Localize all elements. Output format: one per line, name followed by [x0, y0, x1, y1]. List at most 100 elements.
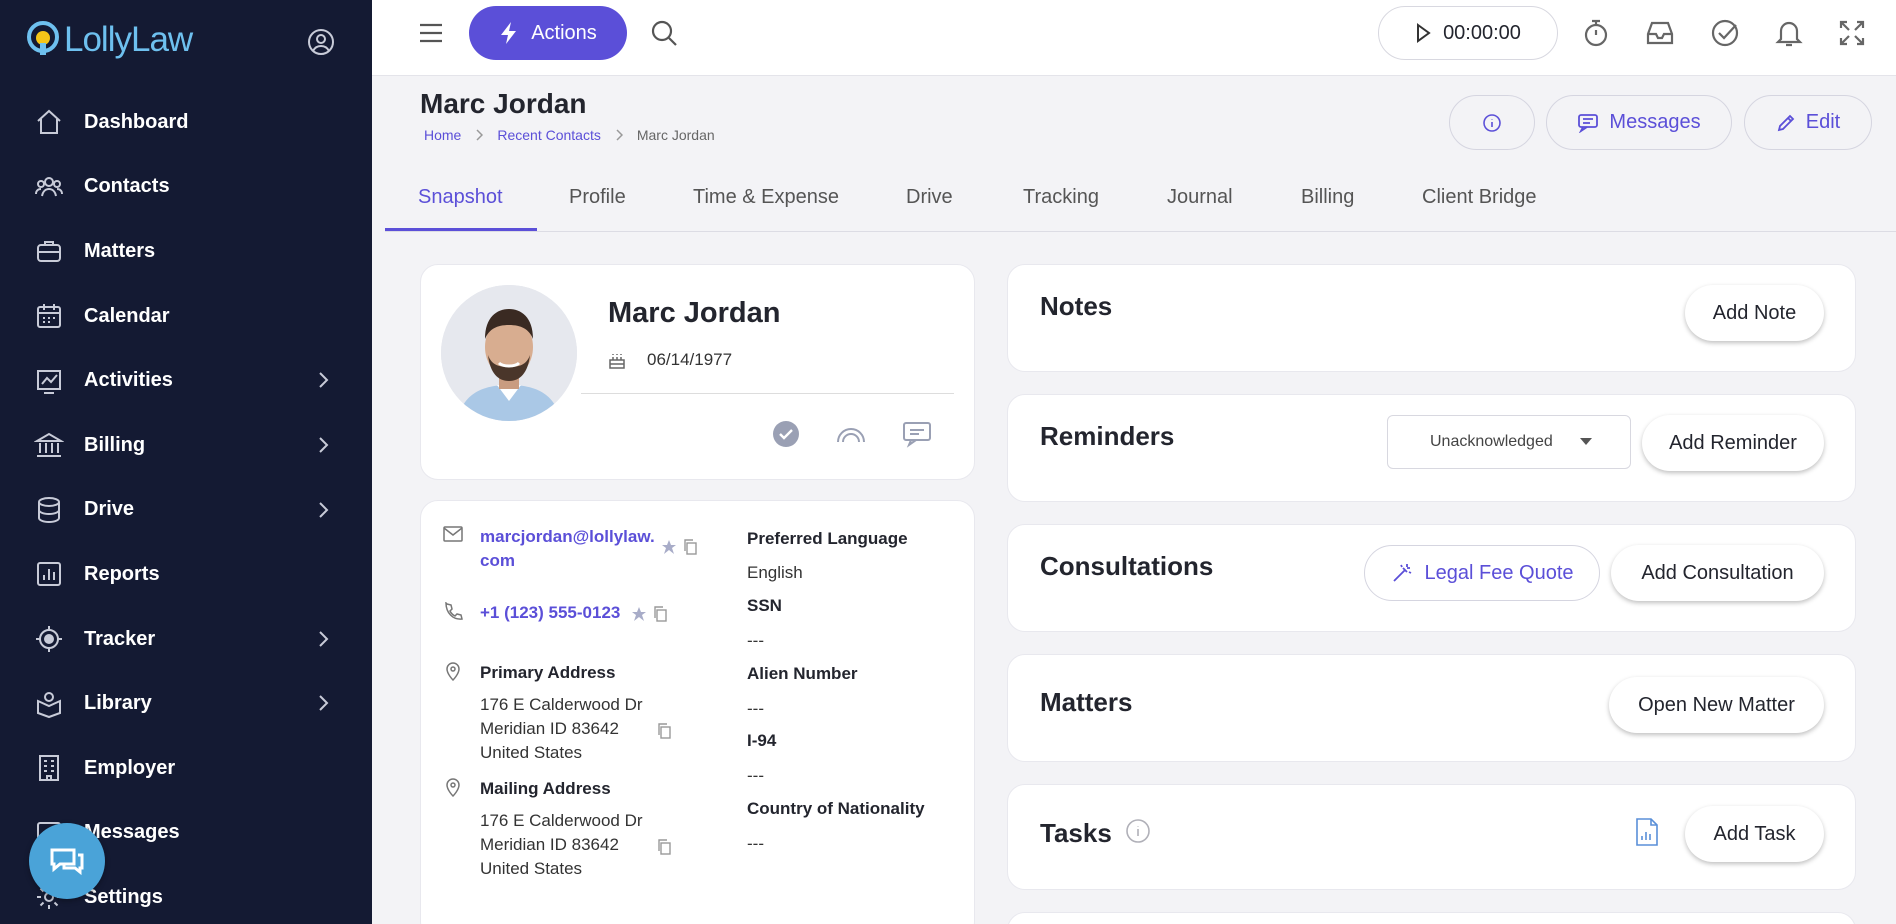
sidebar-item-drive[interactable]: Drive: [0, 478, 372, 543]
matters-card: Matters Open New Matter: [1007, 654, 1856, 762]
sidebar-item-reports[interactable]: Reports: [0, 542, 372, 607]
chevron-right-icon: [476, 129, 484, 141]
tab-journal[interactable]: Journal: [1167, 186, 1233, 209]
email-line-2: com: [480, 551, 515, 570]
lightning-icon: [501, 22, 517, 44]
consultations-title: Consultations: [1040, 551, 1214, 581]
sidebar-item-dashboard[interactable]: Dashboard: [0, 90, 372, 155]
tab-tracking[interactable]: Tracking: [1023, 186, 1099, 209]
fullscreen-icon[interactable]: [1838, 18, 1866, 48]
menu-icon[interactable]: [418, 20, 444, 46]
sidebar-item-employer[interactable]: Employer: [0, 736, 372, 801]
user-profile-icon[interactable]: [306, 27, 336, 57]
briefcase-icon: [37, 241, 61, 263]
tab-drive[interactable]: Drive: [906, 186, 953, 209]
bell-icon[interactable]: [1775, 18, 1803, 48]
sidebar-item-label: Settings: [84, 885, 163, 908]
address-line: 176 E Calderwood Dr: [480, 695, 643, 714]
chat-launcher-button[interactable]: [29, 823, 105, 899]
timer-button[interactable]: 00:00:00: [1378, 6, 1558, 60]
mailing-address: 176 E Calderwood Dr Meridian ID 83642 Un…: [480, 809, 643, 881]
sidebar-item-matters[interactable]: Matters: [0, 219, 372, 284]
country-of-nationality-value: ---: [747, 834, 764, 853]
check-circle-icon[interactable]: [1710, 18, 1740, 48]
avatar: [441, 285, 577, 421]
sidebar-item-library[interactable]: Library: [0, 671, 372, 736]
copy-icon[interactable]: [657, 839, 671, 855]
sidebar-item-label: Reports: [84, 562, 160, 585]
sidebar-item-label: Tracker: [84, 627, 156, 650]
tasks-title: Tasks: [1040, 818, 1112, 848]
sidebar-item-billing[interactable]: Billing: [0, 413, 372, 478]
logo[interactable]: LollyLaw: [26, 20, 193, 60]
sidebar: LollyLaw Dashboard Contacts Matters Cale…: [0, 0, 372, 924]
breadcrumb-current: Marc Jordan: [636, 127, 715, 143]
tab-client-bridge[interactable]: Client Bridge: [1422, 186, 1537, 209]
inbox-icon[interactable]: [1644, 18, 1676, 48]
preferred-language-label: Preferred Language: [747, 529, 908, 548]
breadcrumb-home[interactable]: Home: [424, 127, 461, 143]
copy-icon[interactable]: [683, 539, 697, 555]
reminder-filter-value: Unacknowledged: [1430, 433, 1553, 450]
consultations-card: Consultations Legal Fee Quote Add Consul…: [1007, 524, 1856, 632]
library-icon: [37, 691, 61, 718]
copy-icon[interactable]: [657, 723, 671, 739]
messages-label: Messages: [1609, 111, 1701, 133]
email-link[interactable]: marcjordan@lollylaw. com: [480, 525, 655, 573]
search-icon[interactable]: [649, 18, 679, 48]
chevron-right-icon: [319, 437, 329, 453]
avatar-portrait: [441, 285, 577, 421]
address-line: Meridian ID 83642: [480, 835, 619, 854]
signal-arc-icon[interactable]: [835, 420, 867, 448]
top-bar: Actions 00:00:00: [372, 0, 1896, 76]
breadcrumb-recent-contacts[interactable]: Recent Contacts: [497, 127, 601, 143]
open-new-matter-button[interactable]: Open New Matter: [1609, 677, 1824, 733]
page-title: Marc Jordan: [420, 88, 587, 119]
actions-button[interactable]: Actions: [469, 6, 627, 60]
sidebar-item-label: Calendar: [84, 304, 170, 327]
tab-billing[interactable]: Billing: [1301, 186, 1354, 209]
edit-button[interactable]: Edit: [1744, 95, 1872, 150]
info-button[interactable]: [1449, 95, 1535, 150]
add-consultation-button[interactable]: Add Consultation: [1611, 545, 1824, 601]
sidebar-item-calendar[interactable]: Calendar: [0, 284, 372, 349]
star-icon[interactable]: [661, 539, 677, 555]
chevron-right-icon: [319, 695, 329, 712]
copy-icon[interactable]: [653, 606, 667, 622]
report-document-icon[interactable]: [1634, 817, 1660, 847]
mail-icon: [443, 526, 463, 542]
contact-name: Marc Jordan: [608, 297, 781, 329]
notes-title: Notes: [1040, 291, 1113, 321]
tab-snapshot[interactable]: Snapshot: [418, 186, 503, 209]
comment-icon[interactable]: [901, 420, 933, 448]
legal-fee-quote-label: Legal Fee Quote: [1424, 561, 1574, 584]
logo-text: LollyLaw: [64, 20, 193, 59]
add-task-button[interactable]: Add Task: [1685, 806, 1824, 862]
add-note-button[interactable]: Add Note: [1685, 285, 1824, 341]
profile-card: Marc Jordan 06/14/1977: [420, 264, 975, 480]
add-reminder-button[interactable]: Add Reminder: [1642, 415, 1824, 471]
reminder-filter-select[interactable]: Unacknowledged: [1387, 415, 1631, 469]
actions-label: Actions: [531, 21, 597, 44]
target-icon: [36, 626, 62, 653]
i94-label: I-94: [747, 731, 777, 750]
star-icon[interactable]: [631, 606, 647, 622]
location-pin-icon: [446, 662, 460, 681]
messages-button[interactable]: Messages: [1546, 95, 1732, 150]
verified-badge-icon[interactable]: [772, 420, 800, 448]
legal-fee-quote-button[interactable]: Legal Fee Quote: [1364, 545, 1600, 601]
sidebar-item-activities[interactable]: Activities: [0, 348, 372, 413]
sidebar-item-label: Matters: [84, 239, 156, 262]
home-icon: [37, 109, 61, 135]
tab-time-expense[interactable]: Time & Expense: [693, 186, 839, 209]
info-icon[interactable]: [1125, 818, 1151, 844]
tab-profile[interactable]: Profile: [569, 186, 626, 209]
phone-link[interactable]: +1 (123) 555-0123: [480, 601, 620, 625]
sidebar-item-tracker[interactable]: Tracker: [0, 607, 372, 672]
address-line: United States: [480, 859, 583, 878]
chevron-right-icon: [319, 372, 329, 389]
info-icon: [1483, 113, 1501, 132]
reminders-card: Reminders Unacknowledged Add Reminder: [1007, 394, 1856, 502]
stopwatch-icon[interactable]: [1582, 18, 1610, 48]
sidebar-item-contacts[interactable]: Contacts: [0, 155, 372, 220]
